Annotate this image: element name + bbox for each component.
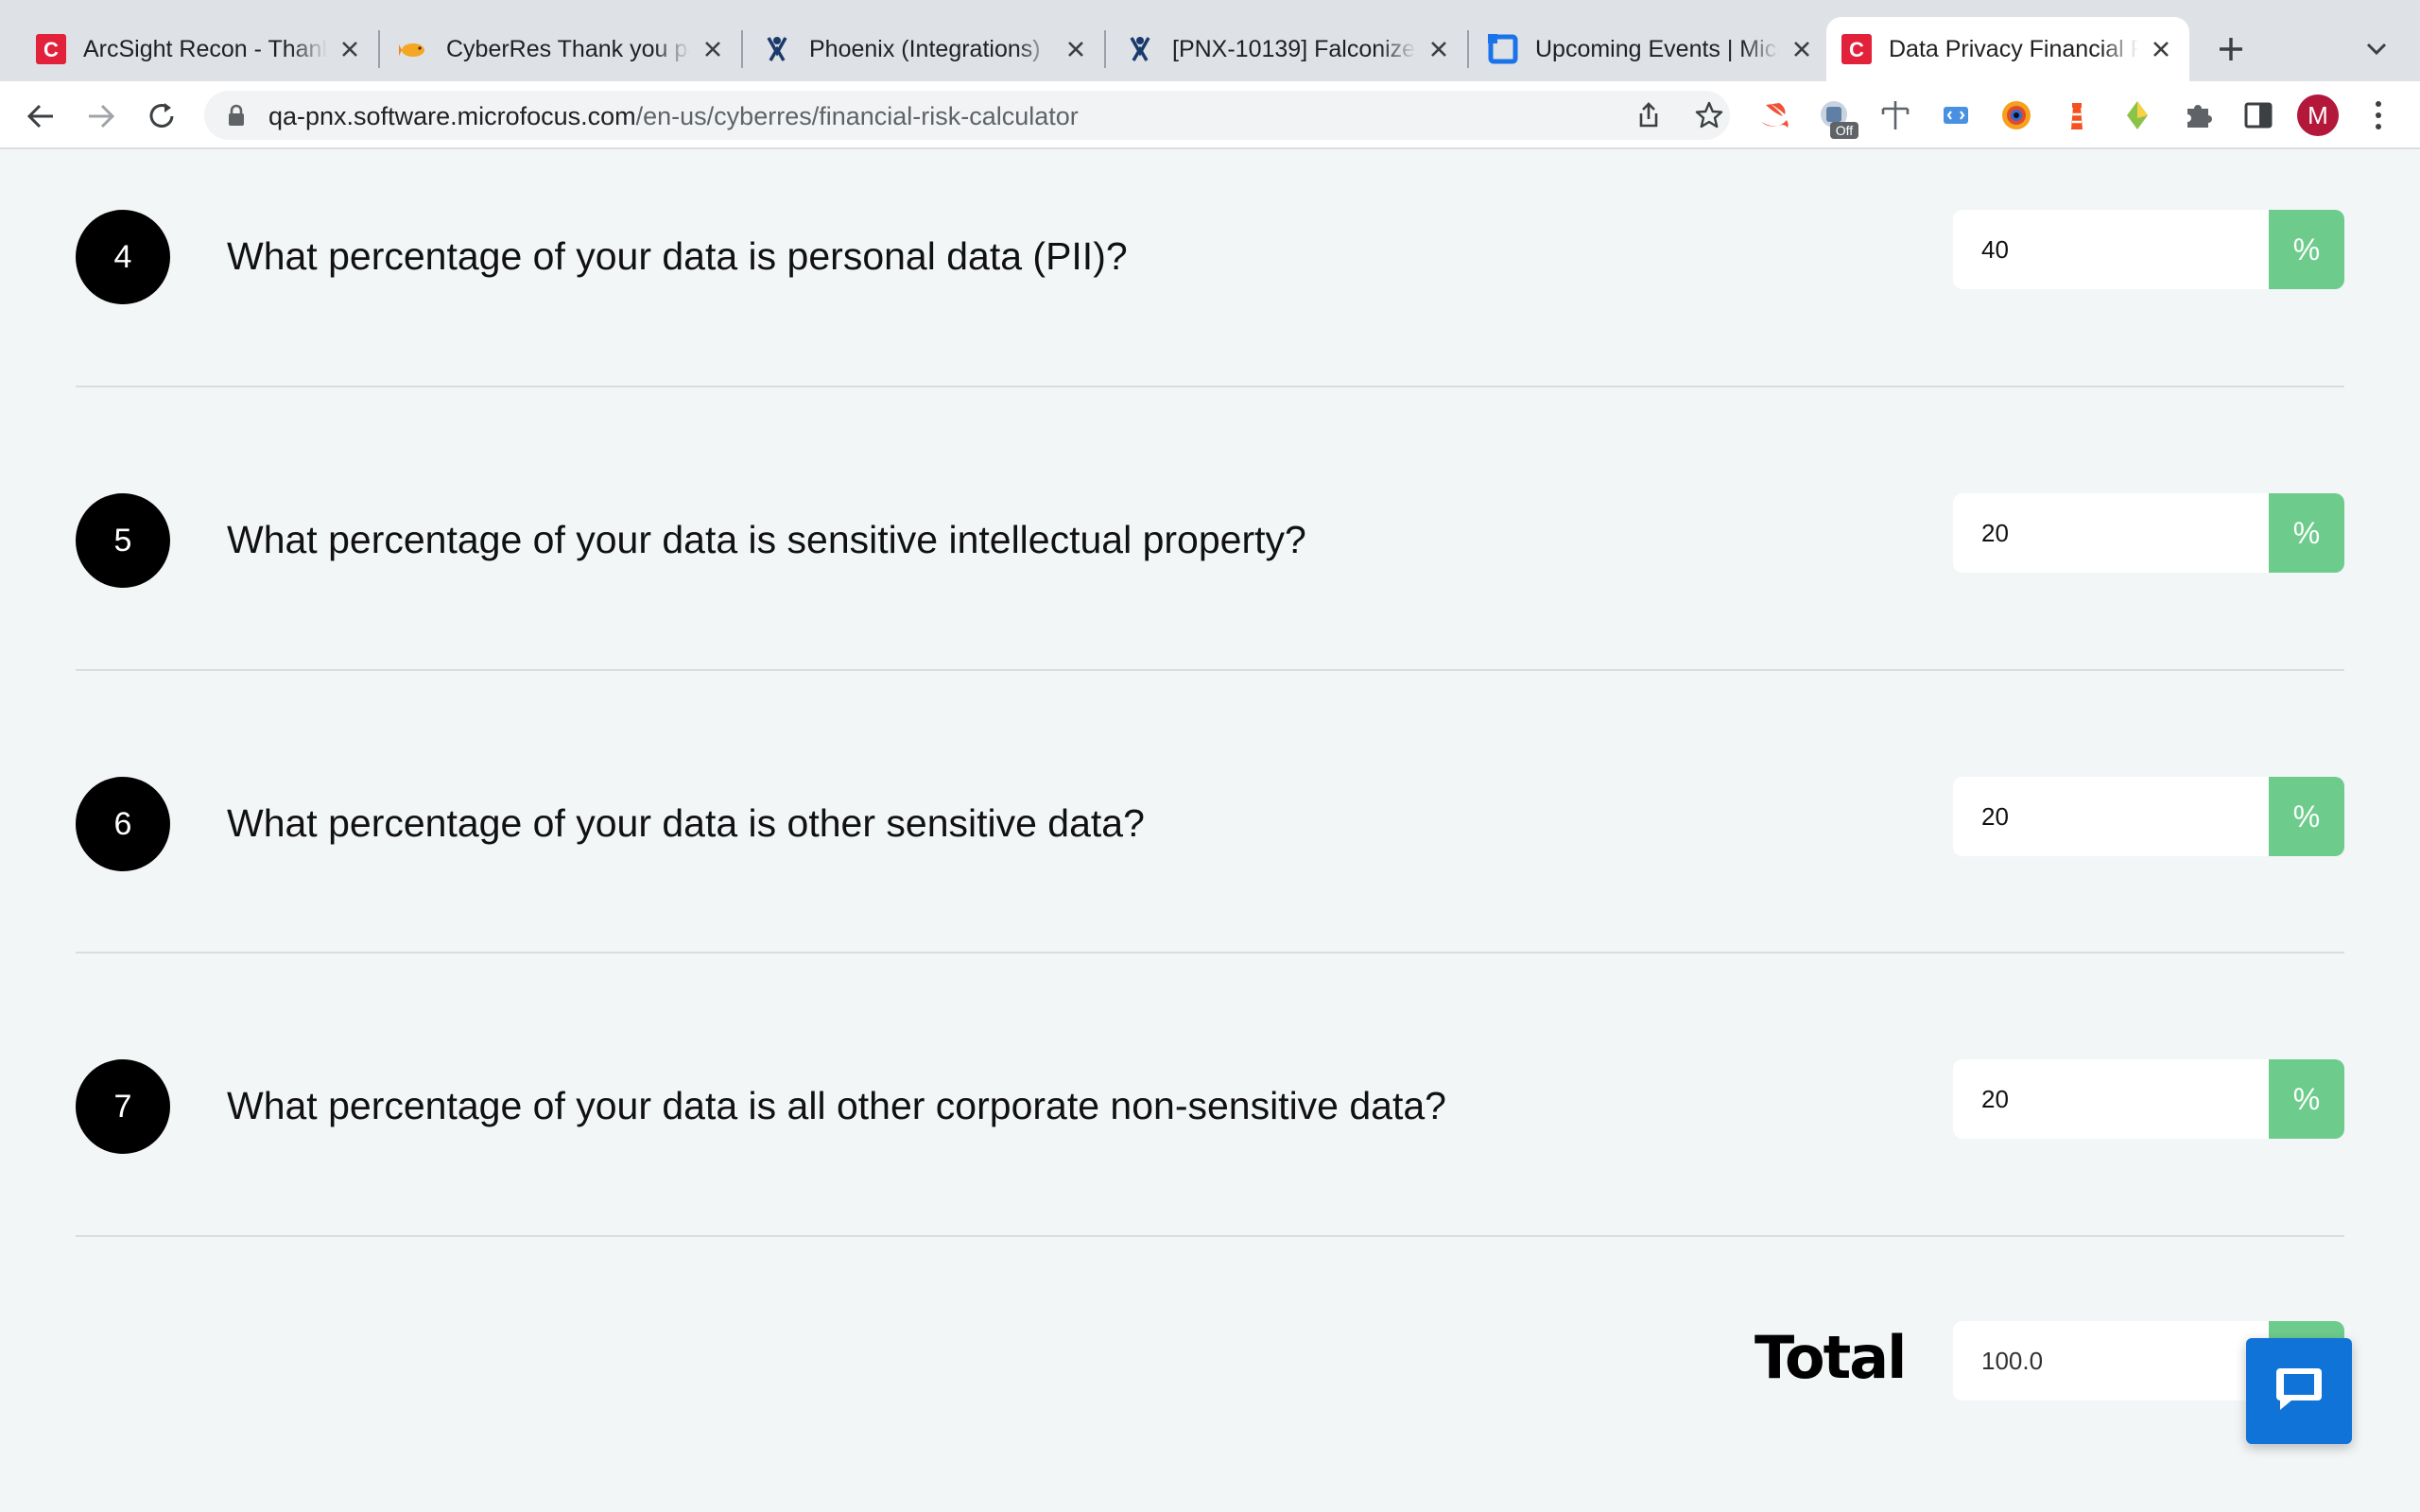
close-icon[interactable] [337, 36, 363, 62]
question-row: 7 What percentage of your data is all ot… [76, 1059, 2344, 1343]
percent-suffix: % [2269, 493, 2344, 573]
forward-arrow-icon[interactable] [83, 98, 119, 134]
divider [76, 669, 2344, 671]
question-row: 5 What percentage of your data is sensit… [76, 493, 2344, 777]
percentage-input[interactable] [1953, 777, 2269, 856]
tab-title: Upcoming Events | Micro Focus [1535, 35, 1779, 62]
cyberres-logo-icon: C [1841, 34, 1872, 64]
browser-tab[interactable]: [PNX-10139] Falconize [1110, 17, 1467, 81]
address-bar[interactable]: qa-pnx.software.microfocus.com/en-us/cyb… [204, 91, 1730, 140]
question-number-badge: 7 [76, 1059, 170, 1154]
tab-title: [PNX-10139] Falconize [1172, 35, 1416, 62]
question-text: What percentage of your data is sensitiv… [227, 518, 1306, 561]
extension-badge: Off [1836, 123, 1854, 138]
svg-text:C: C [43, 38, 59, 61]
reload-icon[interactable] [144, 98, 180, 134]
divider [76, 1235, 2344, 1237]
percentage-input[interactable] [1953, 1059, 2269, 1139]
extension-off-icon[interactable]: Off [1817, 97, 1858, 139]
percent-suffix: % [2269, 1059, 2344, 1139]
browser-tab[interactable]: Phoenix (Integrations) [747, 17, 1104, 81]
tab-title: ArcSight Recon - Thank you [83, 35, 327, 62]
lighthouse-extension-icon[interactable] [2059, 97, 2095, 133]
jira-logo-icon [1125, 34, 1155, 64]
url-host: qa-pnx.software.microfocus.com [268, 102, 636, 130]
question-text: What percentage of your data is all othe… [227, 1084, 1446, 1127]
move-arrows-extension-icon[interactable] [1877, 97, 1913, 133]
question-number-badge: 6 [76, 777, 170, 871]
tab-title: CyberRes Thank you page [446, 35, 690, 62]
tab-separator [1104, 30, 1106, 68]
profile-avatar[interactable]: M [2297, 94, 2339, 136]
percent-suffix: % [2269, 210, 2344, 289]
diamond-extension-icon[interactable] [2119, 97, 2155, 133]
question-text: What percentage of your data is personal… [227, 234, 1128, 278]
browser-tab[interactable]: Upcoming Events | Micro Focus [1473, 17, 1830, 81]
new-tab-plus-icon[interactable] [2212, 30, 2250, 68]
chevron-down-icon[interactable] [2358, 34, 2395, 64]
divider [76, 386, 2344, 387]
url-path: /en-us/cyberres/financial-risk-calculato… [635, 102, 1079, 130]
tab-separator [378, 30, 380, 68]
browser-tabstrip: C ArcSight Recon - Thank you CyberRes Th… [0, 0, 2420, 81]
chat-bubble-icon [2273, 1365, 2325, 1418]
lock-icon[interactable] [227, 104, 246, 127]
puzzle-extensions-icon[interactable] [2180, 97, 2216, 133]
url-text[interactable]: qa-pnx.software.microfocus.com/en-us/cyb… [268, 102, 1079, 131]
cyberres-logo-icon: C [36, 34, 66, 64]
close-icon[interactable] [700, 36, 726, 62]
browser-tab-active[interactable]: C Data Privacy Financial Risk [1826, 17, 2189, 81]
percentage-input[interactable] [1953, 493, 2269, 573]
question-row: 4 What percentage of your data is person… [76, 210, 2344, 493]
browser-toolbar: qa-pnx.software.microfocus.com/en-us/cyb… [0, 81, 2420, 149]
back-arrow-icon[interactable] [23, 98, 59, 134]
browser-tab[interactable]: CyberRes Thank you page [384, 17, 741, 81]
bookmark-star-icon[interactable] [1694, 100, 1724, 130]
total-value-field: 100.0 [1953, 1321, 2269, 1400]
browser-tab[interactable]: C ArcSight Recon - Thank you [21, 17, 378, 81]
eye-extension-icon[interactable] [1998, 97, 2034, 133]
square-logo-icon [1488, 34, 1518, 64]
divider [76, 952, 2344, 954]
tab-separator [1467, 30, 1469, 68]
percent-suffix: % [2269, 777, 2344, 856]
tab-separator [741, 30, 743, 68]
more-menu-icon[interactable] [2369, 98, 2388, 132]
question-number-badge: 5 [76, 493, 170, 588]
close-icon[interactable] [1426, 36, 1452, 62]
percentage-input[interactable] [1953, 210, 2269, 289]
tab-title: Phoenix (Integrations) [809, 35, 1041, 62]
chat-button[interactable] [2246, 1338, 2352, 1444]
fish-icon [399, 34, 429, 64]
question-number-badge: 4 [76, 210, 170, 304]
svg-text:C: C [1849, 38, 1864, 61]
swift-extension-icon[interactable] [1756, 97, 1792, 133]
total-label: Total [1754, 1323, 1907, 1392]
code-extension-icon[interactable] [1938, 97, 1974, 133]
share-icon[interactable] [1634, 100, 1664, 130]
question-row: 6 What percentage of your data is other … [76, 777, 2344, 1060]
tab-title: Data Privacy Financial Risk [1889, 35, 2138, 62]
side-panel-icon[interactable] [2240, 97, 2276, 133]
close-icon[interactable] [2148, 36, 2174, 62]
jira-logo-icon [762, 34, 792, 64]
close-icon[interactable] [1063, 36, 1089, 62]
close-icon[interactable] [1789, 36, 1815, 62]
question-text: What percentage of your data is other se… [227, 801, 1145, 845]
